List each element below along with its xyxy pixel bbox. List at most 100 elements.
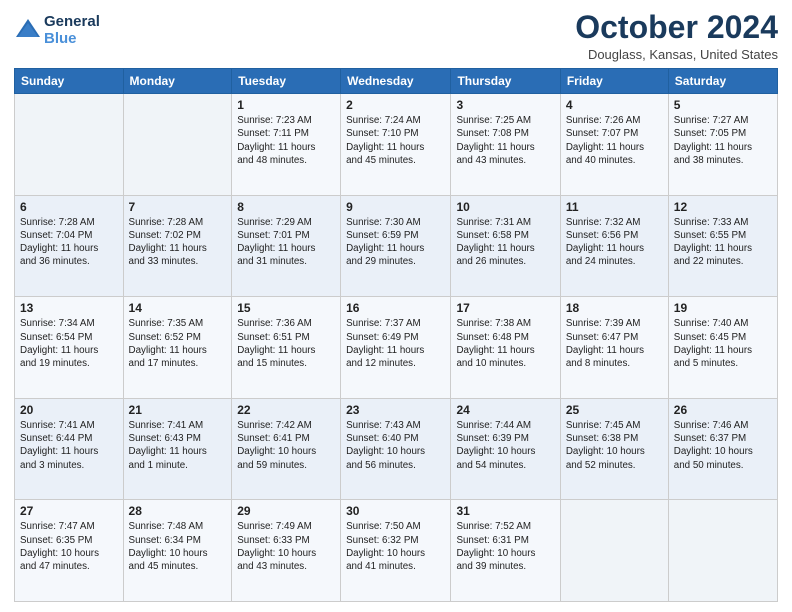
- day-info: Sunrise: 7:45 AM Sunset: 6:38 PM Dayligh…: [566, 419, 663, 472]
- day-info: Sunrise: 7:24 AM Sunset: 7:10 PM Dayligh…: [346, 114, 445, 167]
- logo-text: General Blue: [44, 14, 100, 47]
- day-number: 23: [346, 403, 445, 417]
- day-info: Sunrise: 7:27 AM Sunset: 7:05 PM Dayligh…: [674, 114, 772, 167]
- day-cell: 1Sunrise: 7:23 AM Sunset: 7:11 PM Daylig…: [232, 94, 341, 196]
- day-number: 3: [456, 98, 554, 112]
- day-cell: 16Sunrise: 7:37 AM Sunset: 6:49 PM Dayli…: [341, 297, 451, 399]
- day-cell: [15, 94, 124, 196]
- day-cell: 26 Sunrise: 7:46 AM Sunset: 6:37 PM Dayli…: [668, 398, 777, 500]
- day-of-week-wednesday: Wednesday: [341, 69, 451, 94]
- day-cell: 7 Sunrise: 7:28 AM Sunset: 7:02 PM Daylig…: [123, 195, 232, 297]
- day-number: 31: [456, 504, 554, 518]
- title-block: October 2024 Douglass, Kansas, United St…: [575, 10, 778, 62]
- day-cell: 18Sunrise: 7:39 AM Sunset: 6:47 PM Dayli…: [560, 297, 668, 399]
- week-row-2: 6 Sunrise: 7:28 AM Sunset: 7:04 PM Daylig…: [15, 195, 778, 297]
- day-number: 27: [20, 504, 118, 518]
- day-cell: [123, 94, 232, 196]
- day-number: 26: [674, 403, 772, 417]
- location: Douglass, Kansas, United States: [575, 47, 778, 62]
- day-info: Sunrise: 7:52 AM Sunset: 6:31 PM Dayligh…: [456, 520, 554, 573]
- day-info: Sunrise: 7:33 AM Sunset: 6:55 PM Dayligh…: [674, 216, 772, 269]
- day-cell: 17 Sunrise: 7:38 AM Sunset: 6:48 PM Dayli…: [451, 297, 560, 399]
- day-info: Sunrise: 7:25 AM Sunset: 7:08 PM Dayligh…: [456, 114, 554, 167]
- day-number: 7: [129, 200, 227, 214]
- logo: General Blue: [14, 14, 100, 47]
- day-number: 10: [456, 200, 554, 214]
- day-number: 16: [346, 301, 445, 315]
- day-cell: 13 Sunrise: 7:34 AM Sunset: 6:54 PM Dayli…: [15, 297, 124, 399]
- page: General Blue October 2024 Douglass, Kans…: [0, 0, 792, 612]
- calendar-body: 1Sunrise: 7:23 AM Sunset: 7:11 PM Daylig…: [15, 94, 778, 602]
- logo-icon: [14, 17, 42, 45]
- day-cell: 28 Sunrise: 7:48 AM Sunset: 6:34 PM Dayli…: [123, 500, 232, 602]
- day-number: 29: [237, 504, 335, 518]
- day-number: 9: [346, 200, 445, 214]
- day-number: 13: [20, 301, 118, 315]
- day-number: 17: [456, 301, 554, 315]
- week-row-4: 20 Sunrise: 7:41 AM Sunset: 6:44 PM Dayli…: [15, 398, 778, 500]
- day-info: Sunrise: 7:28 AM Sunset: 7:02 PM Dayligh…: [129, 216, 227, 269]
- day-number: 24: [456, 403, 554, 417]
- day-info: Sunrise: 7:35 AM Sunset: 6:52 PM Dayligh…: [129, 317, 227, 370]
- day-cell: [668, 500, 777, 602]
- day-cell: 30 Sunrise: 7:50 AM Sunset: 6:32 PM Dayli…: [341, 500, 451, 602]
- day-info: Sunrise: 7:32 AM Sunset: 6:56 PM Dayligh…: [566, 216, 663, 269]
- day-info: Sunrise: 7:29 AM Sunset: 7:01 PM Dayligh…: [237, 216, 335, 269]
- day-info: Sunrise: 7:40 AM Sunset: 6:45 PM Dayligh…: [674, 317, 772, 370]
- day-of-week-thursday: Thursday: [451, 69, 560, 94]
- day-number: 8: [237, 200, 335, 214]
- day-number: 20: [20, 403, 118, 417]
- day-info: Sunrise: 7:41 AM Sunset: 6:43 PM Dayligh…: [129, 419, 227, 472]
- day-of-week-tuesday: Tuesday: [232, 69, 341, 94]
- day-info: Sunrise: 7:38 AM Sunset: 6:48 PM Dayligh…: [456, 317, 554, 370]
- day-number: 30: [346, 504, 445, 518]
- week-row-5: 27Sunrise: 7:47 AM Sunset: 6:35 PM Dayli…: [15, 500, 778, 602]
- day-cell: 2 Sunrise: 7:24 AM Sunset: 7:10 PM Daylig…: [341, 94, 451, 196]
- day-cell: 8 Sunrise: 7:29 AM Sunset: 7:01 PM Daylig…: [232, 195, 341, 297]
- week-row-1: 1Sunrise: 7:23 AM Sunset: 7:11 PM Daylig…: [15, 94, 778, 196]
- day-info: Sunrise: 7:48 AM Sunset: 6:34 PM Dayligh…: [129, 520, 227, 573]
- calendar-header-row: SundayMondayTuesdayWednesdayThursdayFrid…: [15, 69, 778, 94]
- calendar: SundayMondayTuesdayWednesdayThursdayFrid…: [14, 68, 778, 602]
- day-number: 14: [129, 301, 227, 315]
- day-number: 28: [129, 504, 227, 518]
- day-info: Sunrise: 7:50 AM Sunset: 6:32 PM Dayligh…: [346, 520, 445, 573]
- day-info: Sunrise: 7:44 AM Sunset: 6:39 PM Dayligh…: [456, 419, 554, 472]
- day-number: 4: [566, 98, 663, 112]
- day-cell: 23 Sunrise: 7:43 AM Sunset: 6:40 PM Dayli…: [341, 398, 451, 500]
- week-row-3: 13 Sunrise: 7:34 AM Sunset: 6:54 PM Dayli…: [15, 297, 778, 399]
- day-number: 18: [566, 301, 663, 315]
- day-number: 11: [566, 200, 663, 214]
- day-cell: 31 Sunrise: 7:52 AM Sunset: 6:31 PM Dayli…: [451, 500, 560, 602]
- day-number: 21: [129, 403, 227, 417]
- day-cell: 10Sunrise: 7:31 AM Sunset: 6:58 PM Dayli…: [451, 195, 560, 297]
- day-info: Sunrise: 7:49 AM Sunset: 6:33 PM Dayligh…: [237, 520, 335, 573]
- day-cell: 6 Sunrise: 7:28 AM Sunset: 7:04 PM Daylig…: [15, 195, 124, 297]
- month-title: October 2024: [575, 10, 778, 45]
- day-cell: 19 Sunrise: 7:40 AM Sunset: 6:45 PM Dayli…: [668, 297, 777, 399]
- day-of-week-friday: Friday: [560, 69, 668, 94]
- day-info: Sunrise: 7:26 AM Sunset: 7:07 PM Dayligh…: [566, 114, 663, 167]
- day-number: 15: [237, 301, 335, 315]
- day-info: Sunrise: 7:41 AM Sunset: 6:44 PM Dayligh…: [20, 419, 118, 472]
- day-of-week-saturday: Saturday: [668, 69, 777, 94]
- header: General Blue October 2024 Douglass, Kans…: [14, 10, 778, 62]
- day-cell: 21 Sunrise: 7:41 AM Sunset: 6:43 PM Dayli…: [123, 398, 232, 500]
- day-cell: 24 Sunrise: 7:44 AM Sunset: 6:39 PM Dayli…: [451, 398, 560, 500]
- day-info: Sunrise: 7:36 AM Sunset: 6:51 PM Dayligh…: [237, 317, 335, 370]
- day-number: 22: [237, 403, 335, 417]
- day-info: Sunrise: 7:46 AM Sunset: 6:37 PM Dayligh…: [674, 419, 772, 472]
- day-number: 2: [346, 98, 445, 112]
- day-of-week-monday: Monday: [123, 69, 232, 94]
- day-info: Sunrise: 7:23 AM Sunset: 7:11 PM Dayligh…: [237, 114, 335, 167]
- day-info: Sunrise: 7:43 AM Sunset: 6:40 PM Dayligh…: [346, 419, 445, 472]
- day-cell: 29 Sunrise: 7:49 AM Sunset: 6:33 PM Dayli…: [232, 500, 341, 602]
- day-cell: 22 Sunrise: 7:42 AM Sunset: 6:41 PM Dayli…: [232, 398, 341, 500]
- day-number: 6: [20, 200, 118, 214]
- day-number: 5: [674, 98, 772, 112]
- day-number: 19: [674, 301, 772, 315]
- day-info: Sunrise: 7:34 AM Sunset: 6:54 PM Dayligh…: [20, 317, 118, 370]
- day-info: Sunrise: 7:28 AM Sunset: 7:04 PM Dayligh…: [20, 216, 118, 269]
- day-info: Sunrise: 7:42 AM Sunset: 6:41 PM Dayligh…: [237, 419, 335, 472]
- day-cell: 4 Sunrise: 7:26 AM Sunset: 7:07 PM Daylig…: [560, 94, 668, 196]
